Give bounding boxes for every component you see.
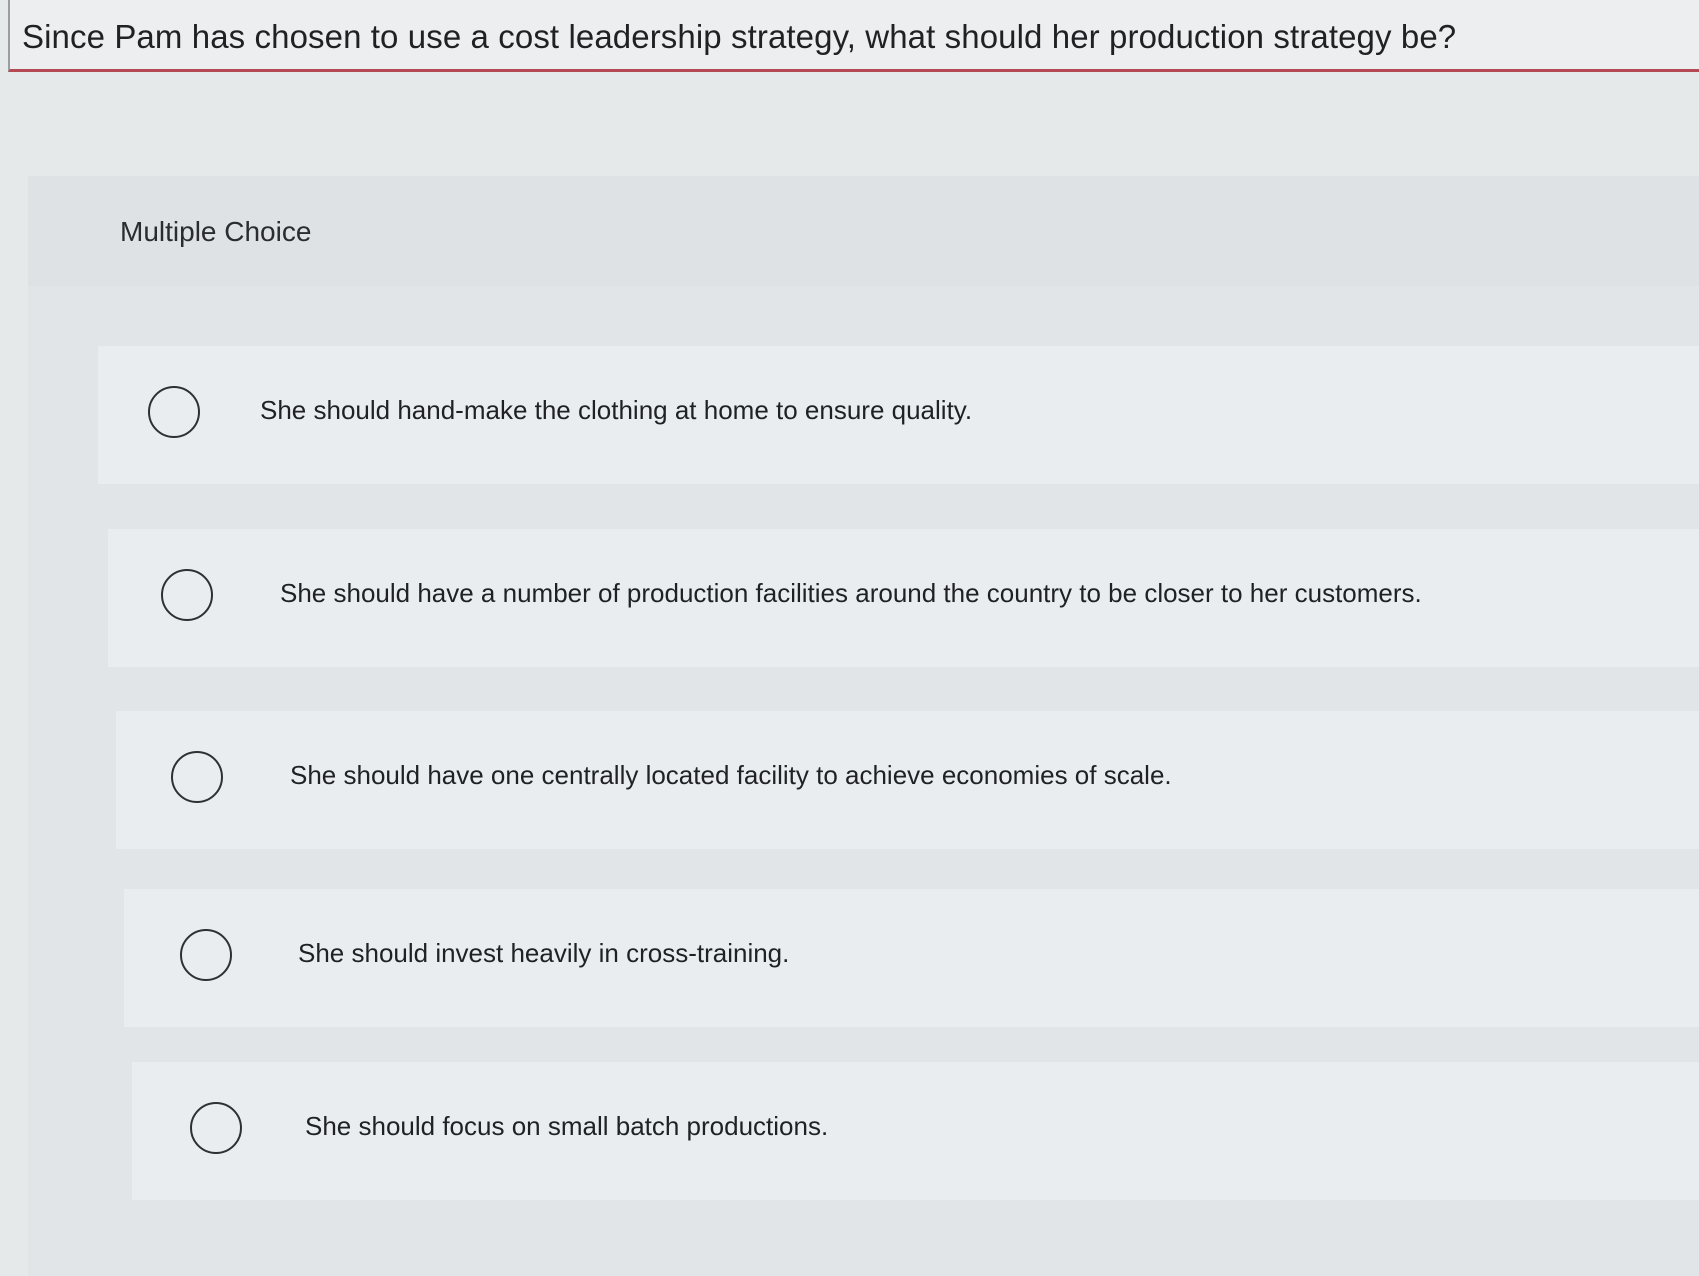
answer-option-label: She should hand-make the clothing at hom… — [260, 395, 973, 425]
multiple-choice-label: Multiple Choice — [120, 216, 312, 247]
answer-option-4[interactable]: She should invest heavily in cross-train… — [124, 889, 1699, 1027]
answer-option-3[interactable]: She should have one centrally located fa… — [116, 711, 1699, 849]
answer-option-label: She should have a number of production f… — [280, 578, 1422, 608]
options-panel: She should hand-make the clothing at hom… — [28, 286, 1699, 1276]
radio-button-icon[interactable] — [148, 386, 200, 438]
answer-option-label: She should invest heavily in cross-train… — [298, 938, 790, 968]
radio-button-icon[interactable] — [190, 1102, 242, 1154]
answer-option-1[interactable]: She should hand-make the clothing at hom… — [98, 346, 1699, 484]
question-header: Since Pam has chosen to use a cost leade… — [8, 0, 1699, 72]
answer-option-label: She should have one centrally located fa… — [290, 760, 1172, 790]
multiple-choice-header: Multiple Choice — [28, 176, 1699, 286]
radio-button-icon[interactable] — [171, 751, 223, 803]
question-text: Since Pam has chosen to use a cost leade… — [22, 18, 1457, 55]
answer-option-label: She should focus on small batch producti… — [305, 1111, 829, 1141]
radio-button-icon[interactable] — [161, 569, 213, 621]
radio-button-icon[interactable] — [180, 929, 232, 981]
answer-option-2[interactable]: She should have a number of production f… — [108, 529, 1699, 667]
answer-option-5[interactable]: She should focus on small batch producti… — [132, 1062, 1699, 1200]
